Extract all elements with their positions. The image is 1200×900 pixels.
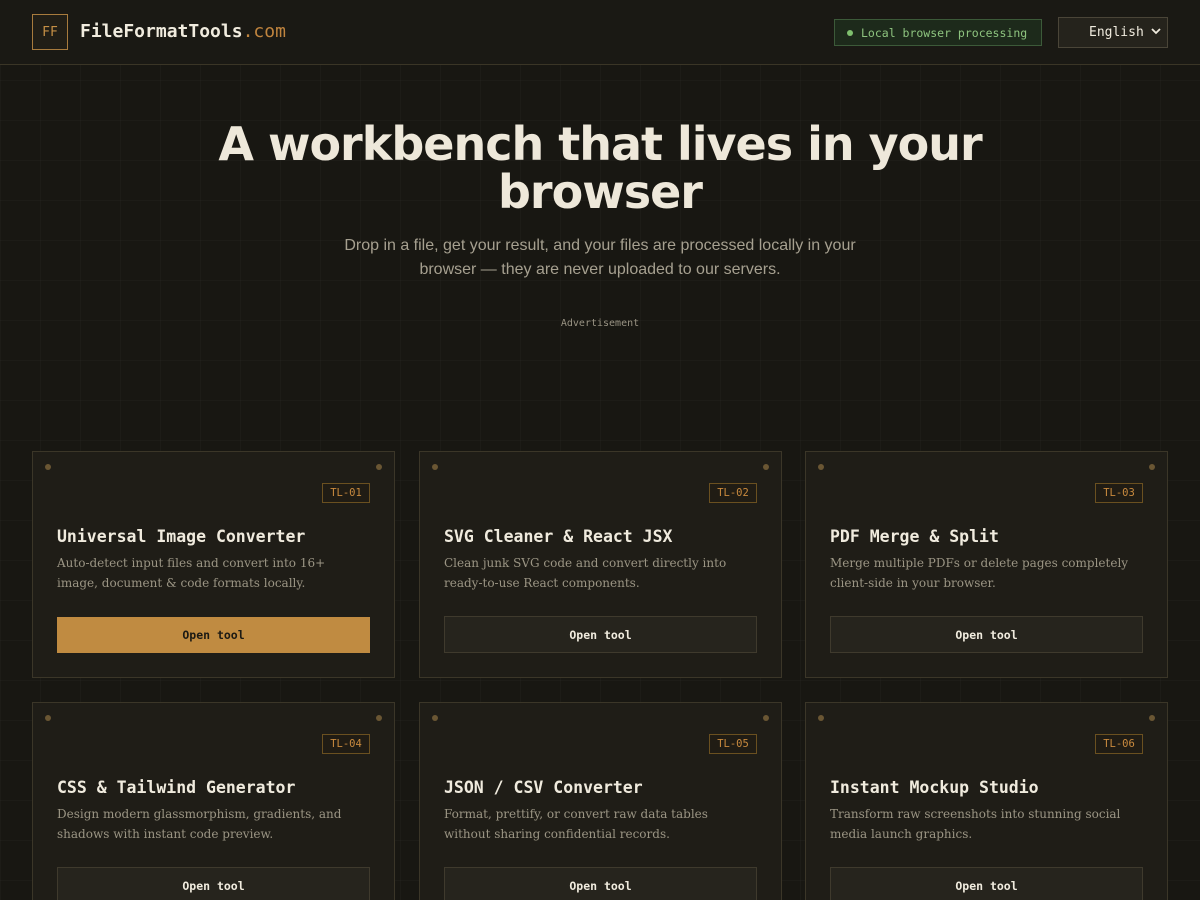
tool-description: Auto-detect input files and convert into…	[57, 556, 326, 590]
top-navigation-bar: FF FileFormatTools.com Local browser pro…	[0, 0, 1200, 65]
tool-description: Merge multiple PDFs or delete pages comp…	[830, 556, 1129, 590]
corner-dot-icon	[763, 715, 769, 721]
hero-title: A workbench that lives in your browser	[218, 117, 982, 219]
open-tool-button[interactable]: Open tool	[444, 867, 757, 900]
tool-card-css-generator: TL-04 CSS & Tailwind Generator Design mo…	[32, 702, 395, 900]
status-dot-icon	[847, 29, 853, 36]
hero-subtitle: Drop in a file, get your result, and you…	[344, 237, 856, 278]
tool-title: Universal Image Converter	[57, 527, 306, 546]
corner-dot-icon	[376, 464, 382, 470]
tool-card-mockup-studio: TL-06 Instant Mockup Studio Transform ra…	[805, 702, 1168, 900]
tool-id-tag: TL-03	[1095, 483, 1143, 503]
tool-id-tag: TL-06	[1095, 734, 1143, 754]
tool-card-image-converter: TL-01 Universal Image Converter Auto-det…	[32, 451, 395, 678]
tool-description: Format, prettify, or convert raw data ta…	[444, 807, 708, 841]
corner-dot-icon	[763, 464, 769, 470]
corner-dot-icon	[818, 464, 824, 470]
corner-dot-icon	[818, 715, 824, 721]
tool-description: Transform raw screenshots into stunning …	[830, 807, 1121, 841]
corner-dot-icon	[1149, 464, 1155, 470]
tool-description: Clean junk SVG code and convert directly…	[444, 556, 727, 590]
open-tool-button[interactable]: Open tool	[830, 616, 1143, 653]
corner-dot-icon	[432, 464, 438, 470]
local-processing-badge: Local browser processing	[834, 19, 1042, 46]
status-badge-label: Local browser processing	[861, 25, 1028, 40]
tool-title: JSON / CSV Converter	[444, 778, 643, 797]
tool-title: PDF Merge & Split	[830, 527, 999, 546]
tool-id-tag: TL-02	[709, 483, 757, 503]
tool-id-tag: TL-05	[709, 734, 757, 754]
chevron-down-icon	[1151, 26, 1161, 39]
tool-id-tag: TL-04	[322, 734, 370, 754]
tool-description: Design modern glassmorphism, gradients, …	[57, 807, 342, 841]
tool-title: CSS & Tailwind Generator	[57, 778, 296, 797]
tool-id-tag: TL-01	[322, 483, 370, 503]
corner-dot-icon	[1149, 715, 1155, 721]
corner-dot-icon	[45, 715, 51, 721]
advertisement-label: Advertisement	[560, 318, 640, 329]
open-tool-button[interactable]: Open tool	[444, 616, 757, 653]
open-tool-button[interactable]: Open tool	[830, 867, 1143, 900]
open-tool-button[interactable]: Open tool	[57, 867, 370, 900]
tool-title: Instant Mockup Studio	[830, 778, 1039, 797]
corner-dot-icon	[432, 715, 438, 721]
open-tool-button[interactable]: Open tool	[57, 617, 370, 653]
tool-card-pdf-merge: TL-03 PDF Merge & Split Merge multiple P…	[805, 451, 1168, 678]
corner-dot-icon	[45, 464, 51, 470]
tool-card-svg-cleaner: TL-02 SVG Cleaner & React JSX Clean junk…	[419, 451, 782, 678]
tool-title: SVG Cleaner & React JSX	[444, 527, 673, 546]
language-select[interactable]: English	[1058, 17, 1168, 48]
brand-domain: .com	[242, 21, 286, 42]
tool-card-json-csv: TL-05 JSON / CSV Converter Format, prett…	[419, 702, 782, 900]
brand-name: FileFormatTools	[80, 21, 243, 42]
language-select-value: English	[1089, 25, 1144, 40]
corner-dot-icon	[376, 715, 382, 721]
logo-mark[interactable]: FF	[32, 14, 68, 50]
site-brand[interactable]: FileFormatTools.com	[80, 21, 286, 42]
